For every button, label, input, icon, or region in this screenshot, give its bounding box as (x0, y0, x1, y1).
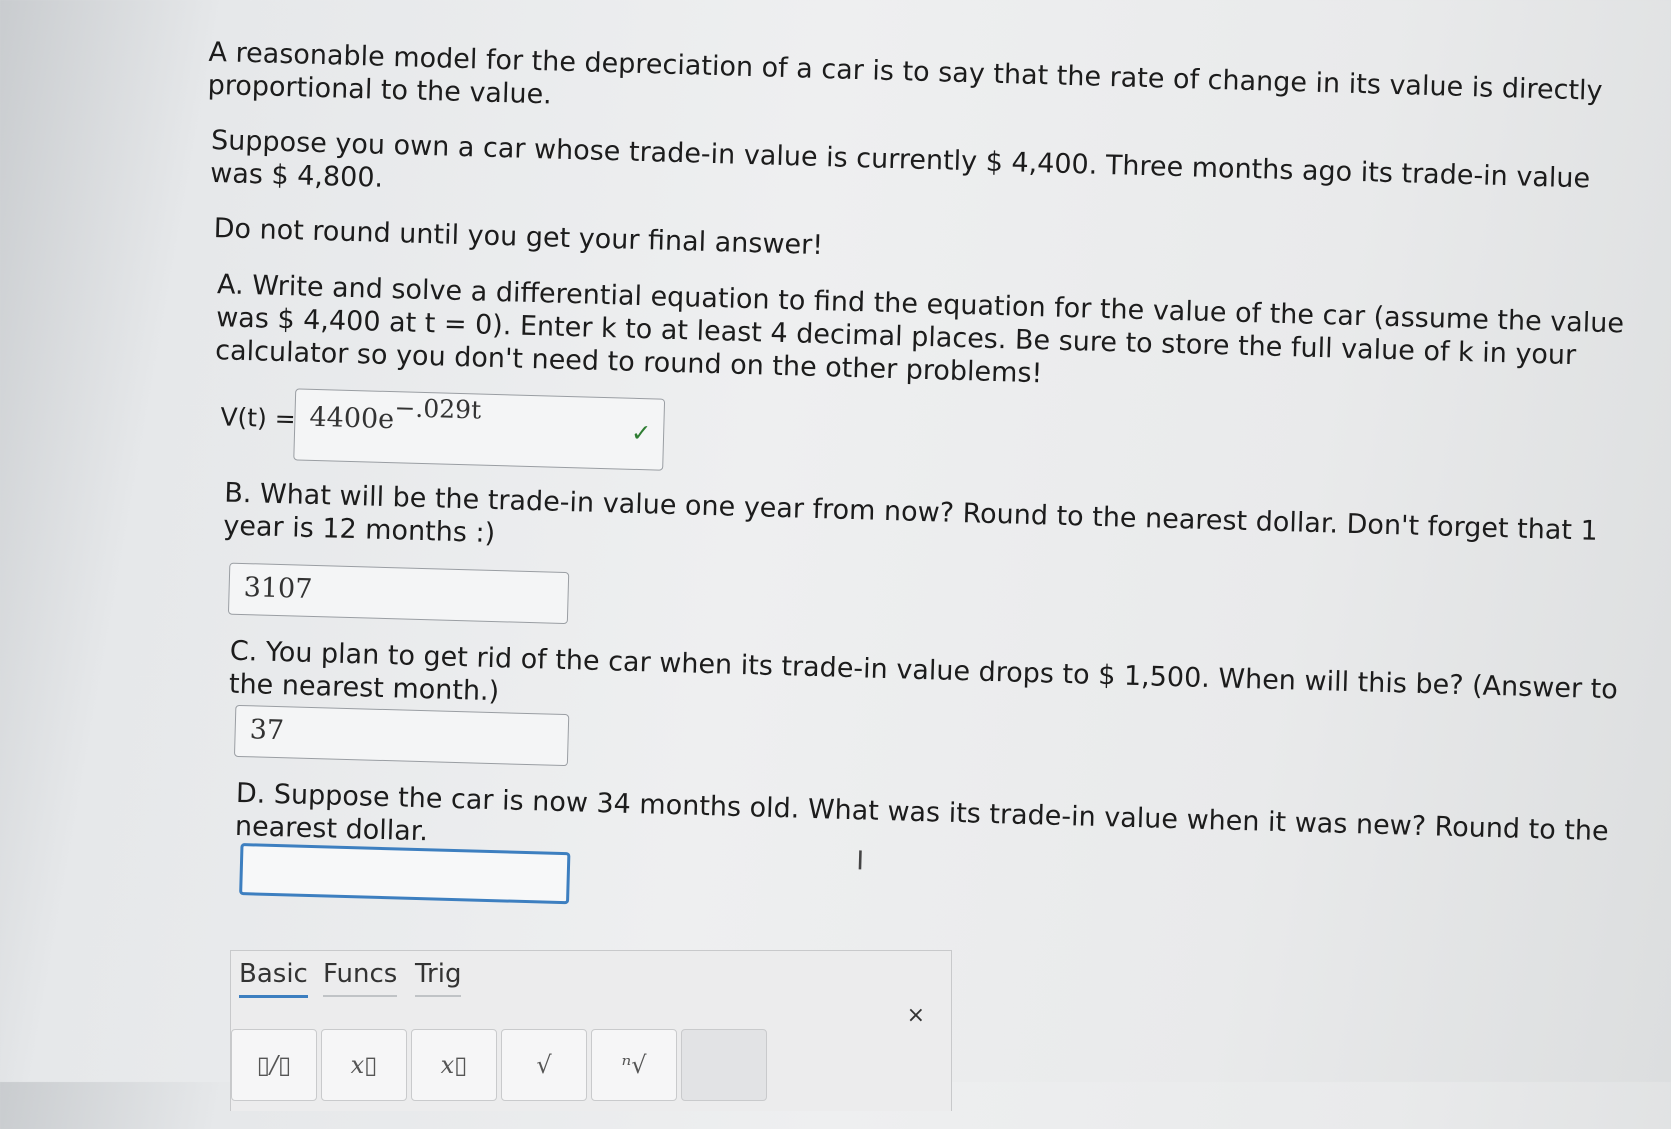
part-a-answer-field[interactable]: 4400e−.029t ✓ (293, 388, 666, 471)
tab-funcs[interactable]: Funcs (323, 959, 398, 997)
part-d-answer-field[interactable] (239, 843, 571, 905)
fraction-key[interactable]: ▯/▯ (231, 1029, 317, 1101)
part-a-label: V(t) = (220, 402, 297, 434)
text-cursor-icon: I (855, 846, 865, 877)
part-b-text: B. What will be the trade-in value one y… (222, 477, 1599, 550)
part-a-answer-value: 4400e−.029t (309, 393, 482, 436)
checkmark-icon: ✓ (630, 418, 652, 448)
subscript-key[interactable]: x▯ (411, 1029, 497, 1101)
part-c-answer-field[interactable]: 37 (233, 704, 570, 767)
nth-root-key[interactable]: ⁿ√ (591, 1029, 677, 1101)
question-intro: A reasonable model for the depreciation … (207, 36, 1603, 111)
part-a-text: A. Write and solve a differential equati… (214, 269, 1625, 390)
sqrt-key[interactable]: √ (501, 1029, 587, 1101)
part-c-answer-value: 37 (249, 714, 285, 747)
part-b-answer-field[interactable]: 3107 (227, 562, 570, 625)
question-setup: Suppose you own a car whose trade-in val… (209, 124, 1591, 195)
tab-basic[interactable]: Basic (239, 959, 308, 998)
math-toolbar: Basic Funcs Trig × ▯/▯ x▯ x▯ √ ⁿ√ (230, 950, 952, 1111)
superscript-key[interactable]: x▯ (321, 1029, 407, 1101)
toolbar-key-blank[interactable] (681, 1029, 767, 1101)
close-icon[interactable]: × (907, 1003, 925, 1028)
tab-trig[interactable]: Trig (415, 959, 462, 997)
part-b-answer-value: 3107 (243, 572, 313, 605)
